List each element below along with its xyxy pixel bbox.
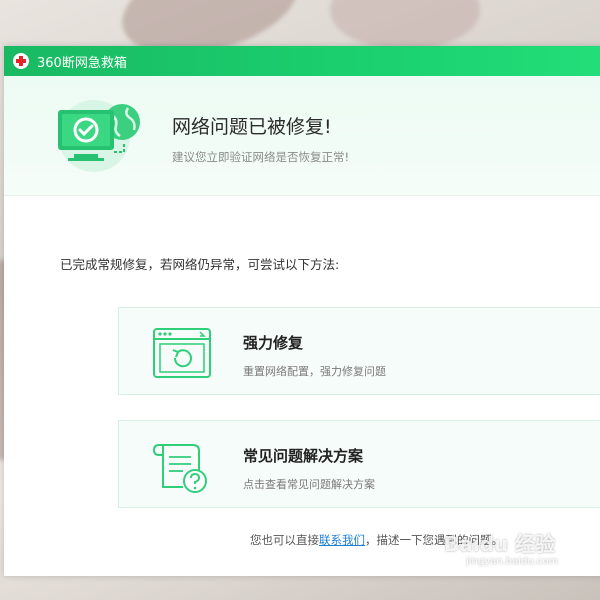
red-cross-logo-icon (13, 53, 29, 69)
option-description: 重置网络配置，强力修复问题 (243, 365, 386, 378)
baidu-watermark-url: jingyan.baidu.com (466, 556, 559, 567)
footer-prefix: 您也可以直接 (250, 533, 319, 547)
banner-subtitle: 建议您立即验证网络是否恢复正常! (172, 150, 350, 164)
contact-us-link[interactable]: 联系我们 (319, 533, 365, 547)
window-refresh-icon (153, 328, 211, 378)
option-description: 点击查看常见问题解决方案 (243, 478, 375, 491)
title-bar[interactable]: 360断网急救箱 (4, 46, 600, 76)
document-question-icon (152, 444, 207, 493)
monitor-globe-check-icon (58, 100, 140, 172)
banner-title: 网络问题已被修复! (172, 116, 332, 138)
baidu-watermark: Baidu 经验 (444, 532, 556, 556)
force-repair-option[interactable]: 强力修复 重置网络配置，强力修复问题 (118, 307, 600, 395)
faq-solutions-option[interactable]: 常见问题解决方案 点击查看常见问题解决方案 (118, 420, 600, 508)
option-title: 常见问题解决方案 (243, 447, 364, 465)
app-title: 360断网急救箱 (37, 55, 127, 71)
option-title: 强力修复 (243, 334, 304, 352)
background-photo-shape (330, 0, 480, 50)
app-window: 360断网急救箱 网络问题已被修复! 建议您立即验证网络是否恢复正常! 已完成常… (4, 46, 600, 576)
hint-text: 已完成常规修复，若网络仍异常，可尝试以下方法: (60, 257, 340, 272)
result-banner: 网络问题已被修复! 建议您立即验证网络是否恢复正常! (4, 76, 600, 196)
